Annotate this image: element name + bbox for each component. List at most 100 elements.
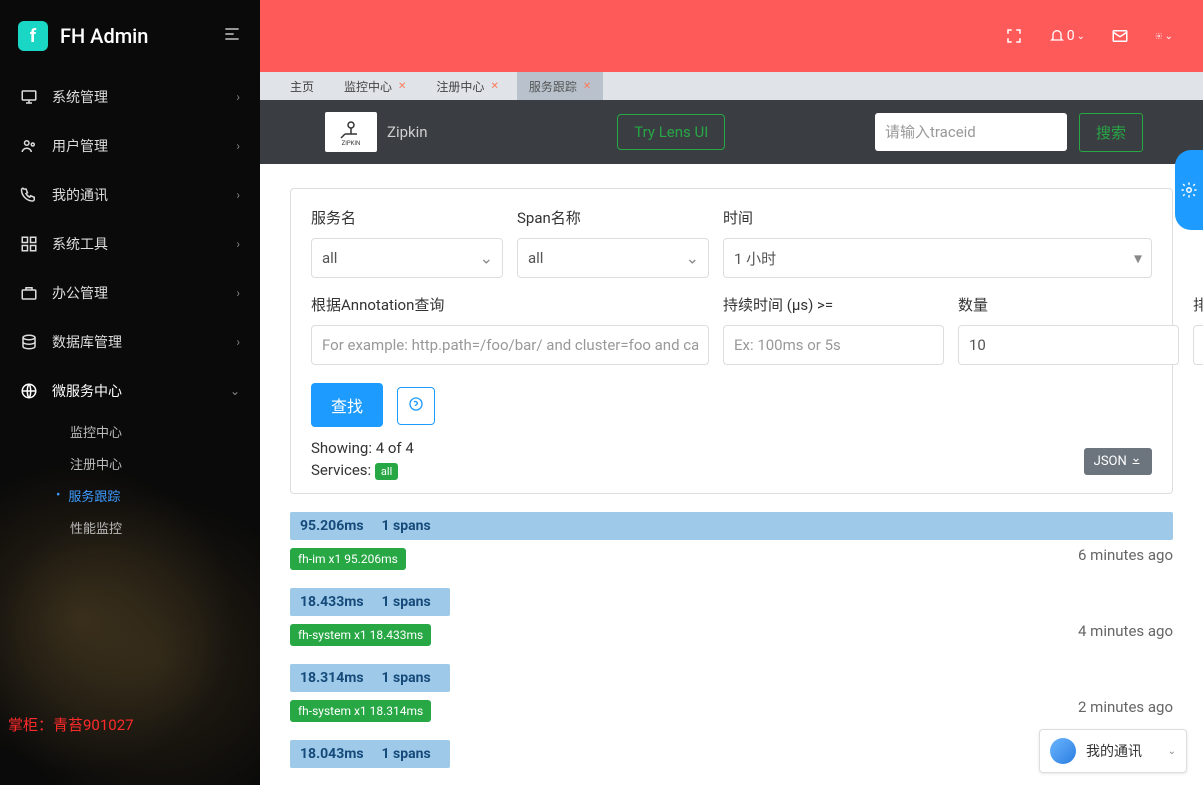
phone-icon bbox=[20, 186, 38, 204]
top-header: 0 ⌄ ⌄ bbox=[260, 0, 1203, 72]
count-input[interactable] bbox=[958, 325, 1179, 365]
json-button[interactable]: JSON bbox=[1084, 448, 1152, 475]
notification-count: 0 bbox=[1067, 28, 1075, 44]
sidebar-item-label: 数据库管理 bbox=[52, 332, 122, 352]
tab-label: 服务跟踪 bbox=[529, 78, 577, 95]
download-icon bbox=[1130, 454, 1142, 466]
sidebar-item-tools[interactable]: 系统工具 › bbox=[0, 219, 260, 268]
duration-label: 持续时间 (µs) >= bbox=[723, 294, 944, 315]
sidebar-item-label: 微服务中心 bbox=[52, 381, 122, 401]
close-icon[interactable]: ✕ bbox=[583, 81, 591, 92]
settings-float-button[interactable] bbox=[1175, 150, 1203, 230]
result-item[interactable]: 18.433ms 1 spans fh-system x1 18.433ms 4… bbox=[290, 588, 1173, 646]
result-item[interactable]: 18.314ms 1 spans fh-system x1 18.314ms 2… bbox=[290, 664, 1173, 722]
close-icon[interactable]: ✕ bbox=[490, 81, 498, 92]
time-select[interactable]: 1 小时 bbox=[723, 238, 1152, 278]
settings-icon[interactable]: ⌄ bbox=[1155, 27, 1173, 45]
sidebar-item-office[interactable]: 办公管理 › bbox=[0, 268, 260, 317]
sort-select[interactable]: 耗时降序 bbox=[1193, 325, 1203, 365]
json-button-label: JSON bbox=[1094, 454, 1127, 469]
tab-label: 监控中心 bbox=[344, 78, 392, 95]
chevron-right-icon: › bbox=[236, 90, 240, 104]
result-spans: 1 spans bbox=[382, 518, 431, 534]
service-label: 服务名 bbox=[311, 207, 503, 228]
close-icon[interactable]: ✕ bbox=[398, 81, 406, 92]
brand: f FH Admin bbox=[0, 0, 260, 72]
service-select[interactable]: all bbox=[311, 238, 503, 278]
try-lens-button[interactable]: Try Lens UI bbox=[617, 114, 725, 150]
result-item[interactable]: 95.206ms 1 spans fh-im x1 95.206ms 6 min… bbox=[290, 512, 1173, 570]
filter-card: 服务名 all ⌄ Span名称 all ⌄ 时间 1 小时 ▾ bbox=[290, 188, 1173, 494]
span-select[interactable]: all bbox=[517, 238, 709, 278]
zipkin-brand-label: Zipkin bbox=[387, 123, 428, 141]
sidebar-item-label: 我的通讯 bbox=[52, 185, 108, 205]
chevron-down-icon: ⌄ bbox=[1077, 31, 1085, 42]
sidebar-item-microservice[interactable]: 微服务中心 ⌄ bbox=[0, 366, 260, 415]
mail-icon[interactable] bbox=[1111, 27, 1129, 45]
briefcase-icon bbox=[20, 284, 38, 302]
service-badge: fh-system x1 18.433ms bbox=[290, 624, 431, 646]
chat-label: 我的通讯 bbox=[1086, 741, 1142, 761]
help-button[interactable] bbox=[397, 387, 435, 425]
result-spans: 1 spans bbox=[382, 746, 431, 762]
sidebar-item-users[interactable]: 用户管理 › bbox=[0, 121, 260, 170]
svg-text:ZIPKIN: ZIPKIN bbox=[342, 140, 361, 147]
sub-item-label: 注册中心 bbox=[70, 454, 122, 473]
time-ago: 4 minutes ago bbox=[1078, 622, 1173, 640]
span-label: Span名称 bbox=[517, 207, 709, 228]
select-value: 1 小时 bbox=[734, 248, 776, 269]
help-icon bbox=[408, 396, 424, 412]
find-button[interactable]: 查找 bbox=[311, 383, 383, 427]
tab-label: 注册中心 bbox=[436, 78, 484, 95]
sub-item-label: 服务跟踪 bbox=[68, 486, 120, 505]
select-value: all bbox=[322, 249, 337, 267]
chevron-right-icon: › bbox=[236, 335, 240, 349]
showing-text: Showing: 4 of 4 bbox=[311, 439, 1152, 457]
sidebar-item-system[interactable]: 系统管理 › bbox=[0, 72, 260, 121]
zipkin-logo: ZIPKIN bbox=[325, 112, 377, 152]
sidebar-item-database[interactable]: 数据库管理 › bbox=[0, 317, 260, 366]
brand-logo: f bbox=[18, 21, 48, 51]
tabs-bar: 主页 监控中心 ✕ 注册中心 ✕ 服务跟踪 ✕ bbox=[260, 72, 1203, 100]
result-duration: 18.314ms bbox=[300, 670, 364, 686]
sidebar-item-comm[interactable]: 我的通讯 › bbox=[0, 170, 260, 219]
sidebar-item-label: 系统工具 bbox=[52, 234, 108, 254]
tab-home[interactable]: 主页 bbox=[278, 72, 326, 100]
sub-item-tracing[interactable]: 服务跟踪 bbox=[56, 479, 260, 511]
tab-tracing[interactable]: 服务跟踪 ✕ bbox=[517, 72, 603, 100]
users-icon bbox=[20, 137, 38, 155]
sidebar: f FH Admin 系统管理 › 用户管理 › 我的通讯 › 系统工具 › 办… bbox=[0, 0, 260, 785]
chevron-right-icon: › bbox=[236, 237, 240, 251]
time-label: 时间 bbox=[723, 207, 1152, 228]
sub-item-monitor[interactable]: 监控中心 bbox=[56, 415, 260, 447]
tab-monitor[interactable]: 监控中心 ✕ bbox=[332, 72, 418, 100]
duration-input[interactable] bbox=[723, 325, 944, 365]
result-bar: 18.314ms 1 spans bbox=[290, 664, 450, 692]
trace-id-input[interactable] bbox=[875, 113, 1067, 151]
sidebar-submenu: 监控中心 注册中心 服务跟踪 性能监控 bbox=[0, 415, 260, 543]
sub-item-label: 性能监控 bbox=[70, 518, 122, 537]
fullscreen-icon[interactable] bbox=[1005, 27, 1023, 45]
gear-icon bbox=[1180, 181, 1198, 199]
count-label: 数量 bbox=[958, 294, 1179, 315]
zipkin-header: ZIPKIN Zipkin Try Lens UI 搜索 bbox=[260, 100, 1203, 164]
annotation-input[interactable] bbox=[311, 325, 709, 365]
chat-widget[interactable]: 我的通讯 ⌄ bbox=[1039, 729, 1187, 773]
notifications-button[interactable]: 0 ⌄ bbox=[1049, 28, 1085, 44]
tab-registry[interactable]: 注册中心 ✕ bbox=[424, 72, 510, 100]
sub-item-registry[interactable]: 注册中心 bbox=[56, 447, 260, 479]
select-value: all bbox=[528, 249, 543, 267]
tab-label: 主页 bbox=[290, 78, 314, 95]
avatar bbox=[1050, 738, 1076, 764]
database-icon bbox=[20, 333, 38, 351]
sidebar-item-label: 用户管理 bbox=[52, 136, 108, 156]
service-badge: fh-im x1 95.206ms bbox=[290, 548, 406, 570]
bell-icon bbox=[1049, 28, 1065, 44]
sub-item-performance[interactable]: 性能监控 bbox=[56, 511, 260, 543]
menu-toggle-icon[interactable] bbox=[222, 24, 242, 49]
search-button[interactable]: 搜索 bbox=[1079, 113, 1143, 152]
annotation-label: 根据Annotation查询 bbox=[311, 294, 709, 315]
sub-item-label: 监控中心 bbox=[70, 422, 122, 441]
result-bar: 18.433ms 1 spans bbox=[290, 588, 450, 616]
result-bar: 18.043ms 1 spans bbox=[290, 740, 450, 768]
